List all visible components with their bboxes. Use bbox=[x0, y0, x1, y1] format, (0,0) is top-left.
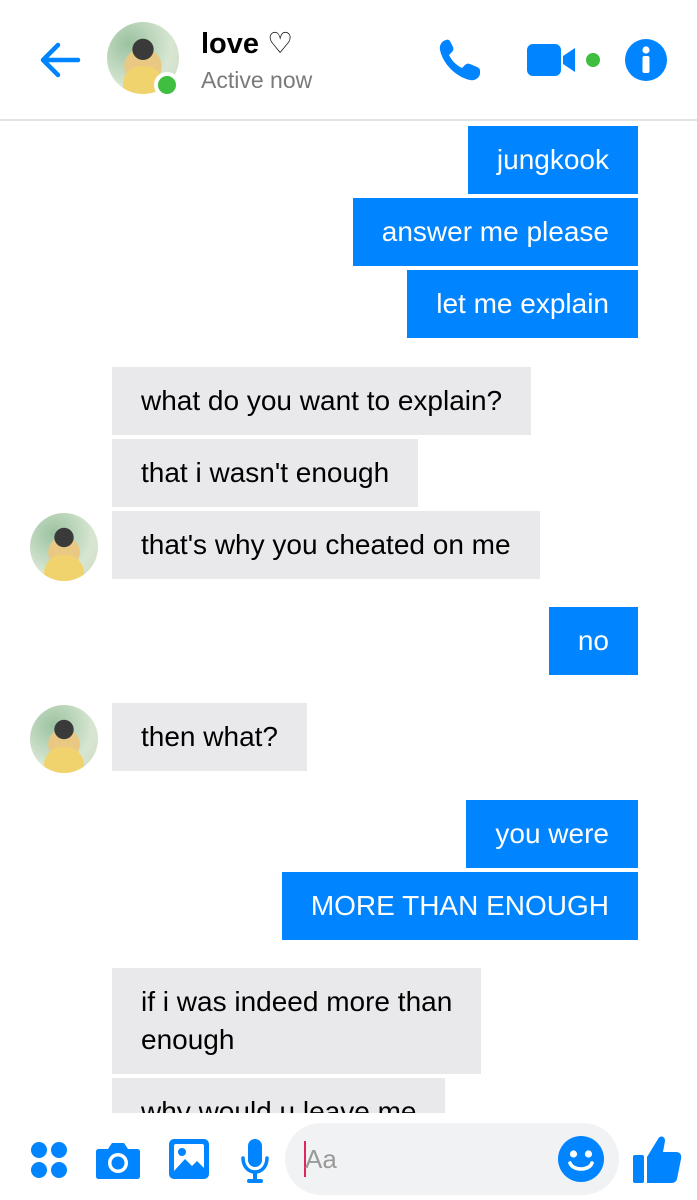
message-bubble-incoming[interactable]: then what? bbox=[112, 703, 307, 771]
back-arrow-icon[interactable] bbox=[38, 38, 82, 82]
message-bubble-incoming[interactable]: why would u leave me bbox=[112, 1078, 446, 1113]
emoji-icon[interactable] bbox=[557, 1135, 605, 1183]
message-line: enough bbox=[141, 1024, 235, 1055]
message-bubble-outgoing[interactable]: you were bbox=[466, 800, 638, 868]
message-bubble-outgoing[interactable]: answer me please bbox=[352, 198, 638, 266]
message-bubble-outgoing[interactable]: MORE THAN ENOUGH bbox=[281, 872, 638, 940]
message-bubble-outgoing[interactable]: let me explain bbox=[407, 270, 638, 338]
message-bubble-outgoing[interactable]: jungkook bbox=[467, 126, 638, 194]
contact-avatar-small bbox=[30, 513, 98, 581]
message-bubble-incoming[interactable]: that i wasn't enough bbox=[112, 439, 419, 507]
phone-icon[interactable] bbox=[436, 36, 484, 84]
message-bubble-incoming[interactable]: what do you want to explain? bbox=[112, 367, 532, 435]
message-bubble-incoming[interactable]: if i was indeed more than enough bbox=[112, 968, 482, 1074]
message-line: if i was indeed more than bbox=[141, 986, 453, 1017]
conversation-header: love ♡ Active now bbox=[0, 0, 697, 121]
composer-bar bbox=[0, 1113, 697, 1200]
active-status: Active now bbox=[201, 67, 313, 93]
microphone-icon[interactable] bbox=[240, 1138, 270, 1184]
online-status-dot bbox=[154, 72, 180, 98]
contact-name[interactable]: love ♡ bbox=[201, 26, 293, 61]
message-bubble-incoming[interactable]: that's why you cheated on me bbox=[112, 511, 540, 579]
contact-avatar-small bbox=[30, 705, 98, 773]
video-camera-icon[interactable] bbox=[527, 40, 603, 80]
gallery-icon[interactable] bbox=[168, 1138, 210, 1180]
thumbs-up-icon[interactable] bbox=[632, 1133, 682, 1185]
message-input[interactable] bbox=[305, 1139, 535, 1179]
info-icon[interactable] bbox=[624, 38, 668, 82]
message-thread[interactable]: jungkook answer me please let me explain… bbox=[0, 123, 697, 1113]
message-input-container[interactable] bbox=[285, 1123, 619, 1195]
camera-icon[interactable] bbox=[95, 1140, 141, 1180]
message-bubble-outgoing[interactable]: no bbox=[548, 607, 638, 675]
apps-icon[interactable] bbox=[30, 1141, 68, 1179]
